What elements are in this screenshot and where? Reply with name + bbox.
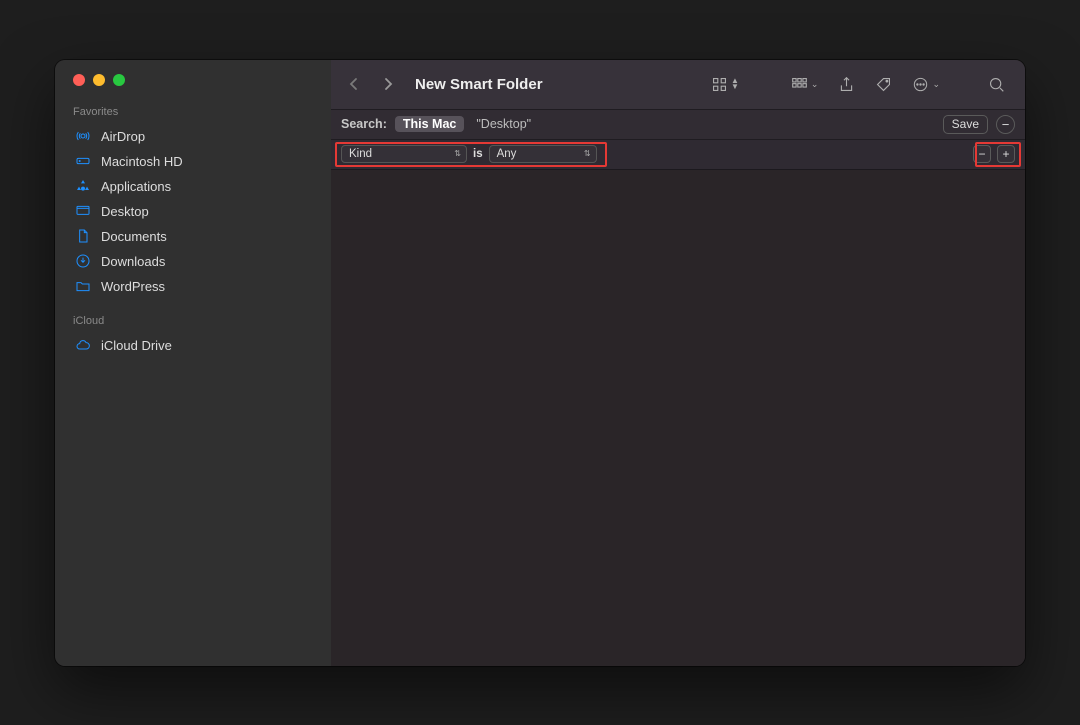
close-window-button[interactable] [73, 74, 85, 86]
chevron-down-icon: ⌄ [811, 79, 819, 90]
maximize-window-button[interactable] [113, 74, 125, 86]
sidebar-item-airdrop[interactable]: AirDrop [69, 124, 321, 149]
sidebar-section-icloud: iCloud [69, 313, 321, 333]
back-button[interactable] [341, 71, 367, 97]
sidebar-item-desktop[interactable]: Desktop [69, 199, 321, 224]
desktop-icon [75, 203, 91, 219]
main-panel: New Smart Folder ▲▼ ⌄ ⌄ [331, 60, 1025, 666]
updown-icon: ⇅ [454, 150, 461, 158]
sidebar-item-wordpress[interactable]: WordPress [69, 274, 321, 299]
group-button[interactable]: ⌄ [785, 71, 825, 97]
criteria-attribute-dropdown[interactable]: Kind ⇅ [341, 145, 467, 163]
criteria-value: Any [497, 148, 517, 160]
tag-button[interactable] [869, 71, 898, 97]
doc-icon [75, 228, 91, 244]
search-label: Search: [341, 117, 387, 131]
sidebar-item-applications[interactable]: Applications [69, 174, 321, 199]
remove-criteria-button[interactable]: − [973, 145, 991, 163]
traffic-lights [69, 72, 321, 104]
downloads-icon [75, 253, 91, 269]
view-icons-button[interactable]: ▲▼ [705, 71, 745, 97]
search-scope-bar: Search: This Mac "Desktop" Save − [331, 110, 1025, 140]
finder-window: Favorites AirDrop Macintosh HD Applicati… [55, 60, 1025, 666]
search-button[interactable] [982, 71, 1011, 97]
sidebar-item-downloads[interactable]: Downloads [69, 249, 321, 274]
sidebar-item-icloud-drive[interactable]: iCloud Drive [69, 333, 321, 358]
hdd-icon [75, 153, 91, 169]
sidebar-section-favorites: Favorites [69, 104, 321, 124]
scope-this-mac[interactable]: This Mac [395, 116, 465, 132]
criteria-attribute-value: Kind [349, 148, 372, 160]
airdrop-icon [75, 128, 91, 144]
save-button[interactable]: Save [943, 115, 988, 134]
chevron-down-icon: ⌄ [932, 79, 940, 90]
sidebar-item-documents[interactable]: Documents [69, 224, 321, 249]
updown-icon: ⇅ [584, 150, 591, 158]
toolbar: New Smart Folder ▲▼ ⌄ ⌄ [331, 60, 1025, 110]
results-area [331, 170, 1025, 666]
minimize-window-button[interactable] [93, 74, 105, 86]
sidebar-item-label: Downloads [101, 254, 165, 269]
criteria-value-dropdown[interactable]: Any ⇅ [489, 145, 597, 163]
cloud-icon [75, 337, 91, 353]
sidebar-item-label: Desktop [101, 204, 149, 219]
sidebar-item-label: Applications [101, 179, 171, 194]
sidebar: Favorites AirDrop Macintosh HD Applicati… [55, 60, 331, 666]
window-title: New Smart Folder [415, 76, 543, 93]
sidebar-item-label: Macintosh HD [101, 154, 183, 169]
share-button[interactable] [832, 71, 861, 97]
action-button[interactable]: ⌄ [906, 71, 946, 97]
folder-icon [75, 278, 91, 294]
scope-desktop[interactable]: "Desktop" [472, 116, 535, 132]
sidebar-item-macintosh-hd[interactable]: Macintosh HD [69, 149, 321, 174]
sidebar-item-label: WordPress [101, 279, 165, 294]
forward-button[interactable] [375, 71, 401, 97]
add-criteria-button[interactable]: + [997, 145, 1015, 163]
criteria-operator-label: is [473, 148, 483, 160]
sidebar-item-label: iCloud Drive [101, 338, 172, 353]
criteria-row: Kind ⇅ is Any ⇅ − + [331, 140, 1025, 170]
sidebar-item-label: Documents [101, 229, 167, 244]
sidebar-item-label: AirDrop [101, 129, 145, 144]
remove-search-button[interactable]: − [996, 115, 1015, 134]
apps-icon [75, 178, 91, 194]
updown-icon: ▲▼ [731, 78, 739, 90]
